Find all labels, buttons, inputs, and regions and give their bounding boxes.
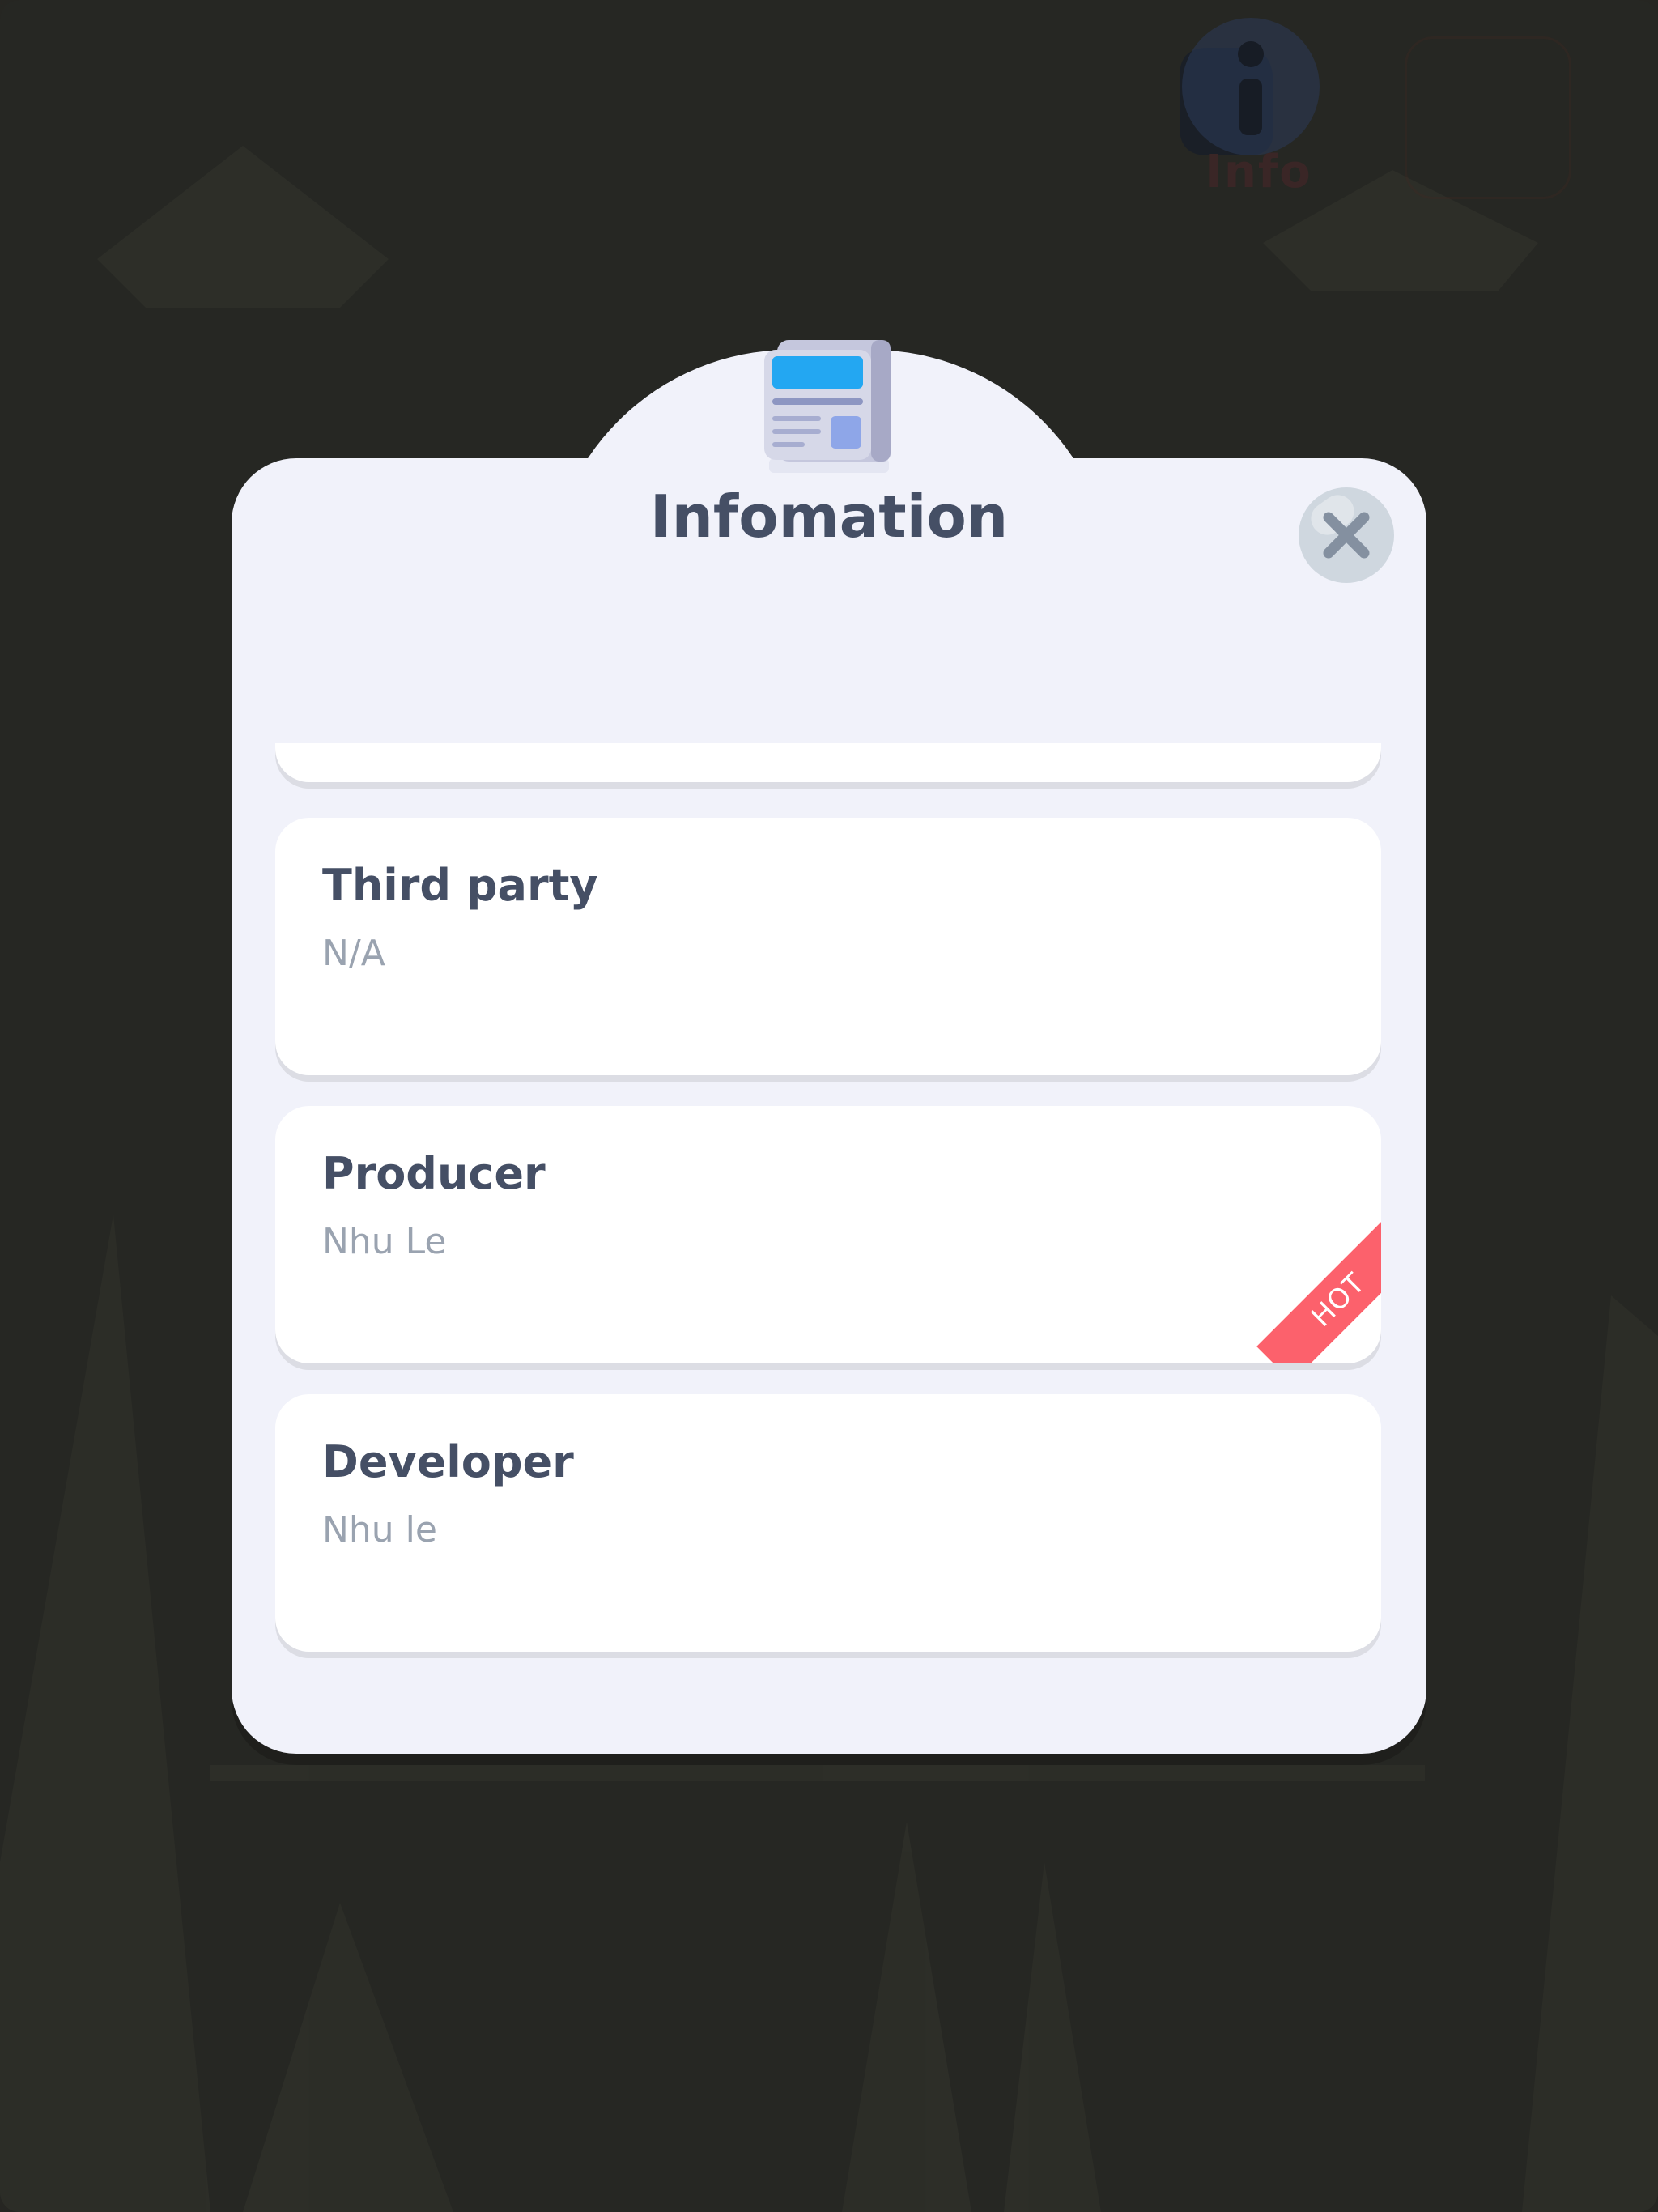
close-icon bbox=[1323, 512, 1370, 559]
list-item: Developer Nhu le bbox=[275, 1394, 1381, 1652]
item-value: Nhu Le bbox=[322, 1221, 447, 1262]
close-button[interactable] bbox=[1299, 487, 1394, 583]
list-item: Third party N/A bbox=[275, 818, 1381, 1075]
item-title: Producer bbox=[322, 1148, 546, 1199]
hot-ribbon-band: HOT bbox=[1256, 1218, 1381, 1363]
list-item: Producer Nhu Le HOT bbox=[275, 1106, 1381, 1363]
home-icon[interactable] bbox=[1405, 36, 1571, 199]
item-value: Nhu le bbox=[322, 1509, 437, 1551]
item-title: Developer bbox=[322, 1436, 574, 1487]
hot-ribbon: HOT bbox=[1235, 1218, 1381, 1363]
newspaper-icon bbox=[764, 340, 891, 473]
info-icon[interactable] bbox=[1178, 18, 1320, 160]
info-button-label: Info bbox=[1205, 146, 1312, 198]
item-value: N/A bbox=[322, 933, 385, 974]
modal-title: Infomation bbox=[649, 483, 1009, 551]
hot-ribbon-label: HOT bbox=[1305, 1266, 1372, 1334]
item-title: Third party bbox=[322, 860, 598, 911]
list-item-partial bbox=[275, 743, 1381, 782]
info-list[interactable]: Third party N/A Producer Nhu Le HOT Deve… bbox=[275, 743, 1383, 1682]
